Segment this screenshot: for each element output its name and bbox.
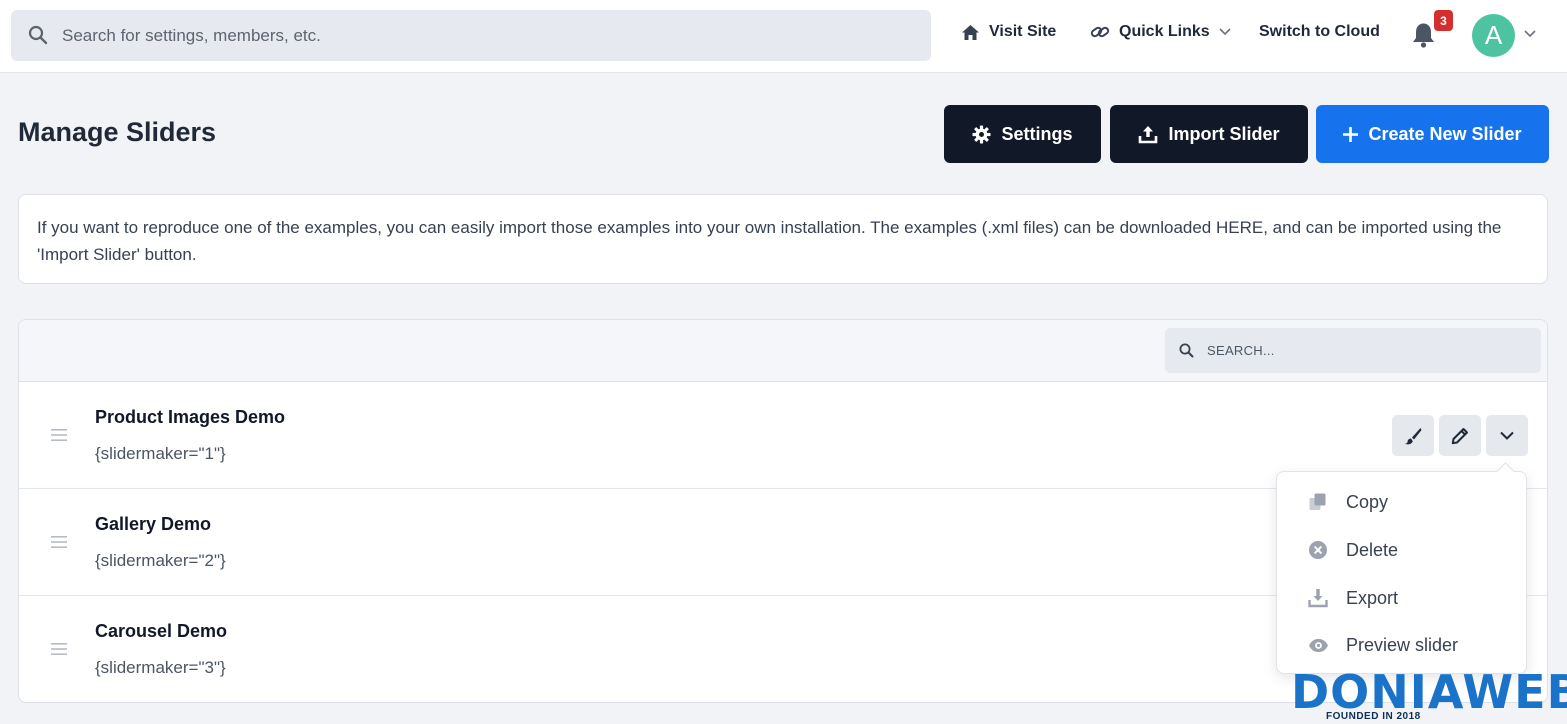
preview-slider-label: Preview slider bbox=[1346, 634, 1459, 655]
slider-title[interactable]: Gallery Demo bbox=[95, 514, 211, 535]
slider-shortcode: {slidermaker="2"} bbox=[95, 551, 226, 570]
create-new-slider-button[interactable]: Create New Slider bbox=[1316, 105, 1549, 163]
visit-site-link[interactable]: Visit Site bbox=[961, 23, 1056, 41]
watermark-tagline: FOUNDED IN 2018 bbox=[1326, 711, 1421, 722]
delete-circle-icon bbox=[1309, 541, 1327, 559]
customize-button[interactable] bbox=[1392, 415, 1434, 456]
chevron-down-icon bbox=[1500, 431, 1514, 440]
import-slider-button[interactable]: Import Slider bbox=[1110, 105, 1308, 163]
quick-links-label: Quick Links bbox=[1119, 23, 1210, 40]
notification-badge: 3 bbox=[1434, 10, 1453, 31]
avatar[interactable]: A bbox=[1472, 14, 1515, 57]
chevron-down-icon bbox=[1219, 28, 1231, 36]
actions-dropdown: Copy Delete Export Preview slider bbox=[1276, 471, 1527, 674]
info-notice: If you want to reproduce one of the exam… bbox=[18, 194, 1548, 284]
settings-button[interactable]: Settings bbox=[944, 105, 1101, 163]
slider-shortcode: {slidermaker="1"} bbox=[95, 444, 226, 463]
watermark-logo-text: DONIAWEB bbox=[1291, 665, 1567, 719]
export-label: Export bbox=[1346, 587, 1399, 608]
drag-handle-icon[interactable] bbox=[51, 428, 67, 442]
create-new-slider-label: Create New Slider bbox=[1368, 123, 1522, 144]
copy-label: Copy bbox=[1346, 491, 1389, 512]
gear-icon bbox=[972, 124, 992, 144]
slider-search bbox=[1165, 328, 1541, 373]
slider-title[interactable]: Product Images Demo bbox=[95, 407, 285, 428]
eye-icon bbox=[1309, 638, 1328, 652]
switch-to-cloud-link[interactable]: Switch to Cloud bbox=[1259, 23, 1380, 41]
global-search bbox=[11, 10, 931, 61]
search-icon bbox=[1179, 343, 1194, 358]
notification-bell-icon[interactable] bbox=[1411, 22, 1436, 48]
search-icon bbox=[28, 25, 48, 45]
delete-label: Delete bbox=[1346, 539, 1399, 560]
settings-label: Settings bbox=[1001, 123, 1073, 144]
drag-handle-icon[interactable] bbox=[51, 642, 67, 656]
drag-handle-icon[interactable] bbox=[51, 535, 67, 549]
panel-header bbox=[19, 320, 1547, 382]
quick-links-menu[interactable]: Quick Links bbox=[1090, 23, 1231, 41]
edit-button[interactable] bbox=[1439, 415, 1481, 456]
page-title: Manage Sliders bbox=[18, 117, 217, 147]
plus-icon bbox=[1343, 126, 1359, 142]
slider-title[interactable]: Carousel Demo bbox=[95, 621, 227, 642]
import-slider-label: Import Slider bbox=[1168, 123, 1280, 144]
export-menu-item[interactable]: Export bbox=[1277, 578, 1526, 618]
paintbrush-icon bbox=[1405, 427, 1422, 444]
copy-icon bbox=[1309, 493, 1326, 510]
switch-to-cloud-label: Switch to Cloud bbox=[1259, 23, 1380, 40]
more-actions-button[interactable] bbox=[1486, 415, 1528, 456]
global-search-input[interactable] bbox=[11, 10, 931, 61]
upload-icon bbox=[1139, 125, 1158, 143]
info-text: If you want to reproduce one of the exam… bbox=[37, 218, 1502, 264]
home-icon bbox=[962, 24, 979, 40]
preview-slider-menu-item[interactable]: Preview slider bbox=[1277, 625, 1526, 665]
doniaweb-watermark-logo: DONIAWEB FOUNDED IN 2018 bbox=[1291, 669, 1567, 724]
chevron-down-icon[interactable] bbox=[1524, 30, 1536, 38]
visit-site-label: Visit Site bbox=[989, 23, 1057, 40]
pencil-icon bbox=[1451, 427, 1468, 444]
slider-shortcode: {slidermaker="3"} bbox=[95, 658, 226, 677]
slider-search-input[interactable] bbox=[1165, 328, 1541, 373]
copy-menu-item[interactable]: Copy bbox=[1277, 482, 1526, 522]
link-icon bbox=[1090, 26, 1110, 38]
download-icon bbox=[1308, 589, 1328, 608]
delete-menu-item[interactable]: Delete bbox=[1277, 530, 1526, 570]
top-bar: Visit Site Quick Links Switch to Cloud 3… bbox=[0, 0, 1567, 73]
